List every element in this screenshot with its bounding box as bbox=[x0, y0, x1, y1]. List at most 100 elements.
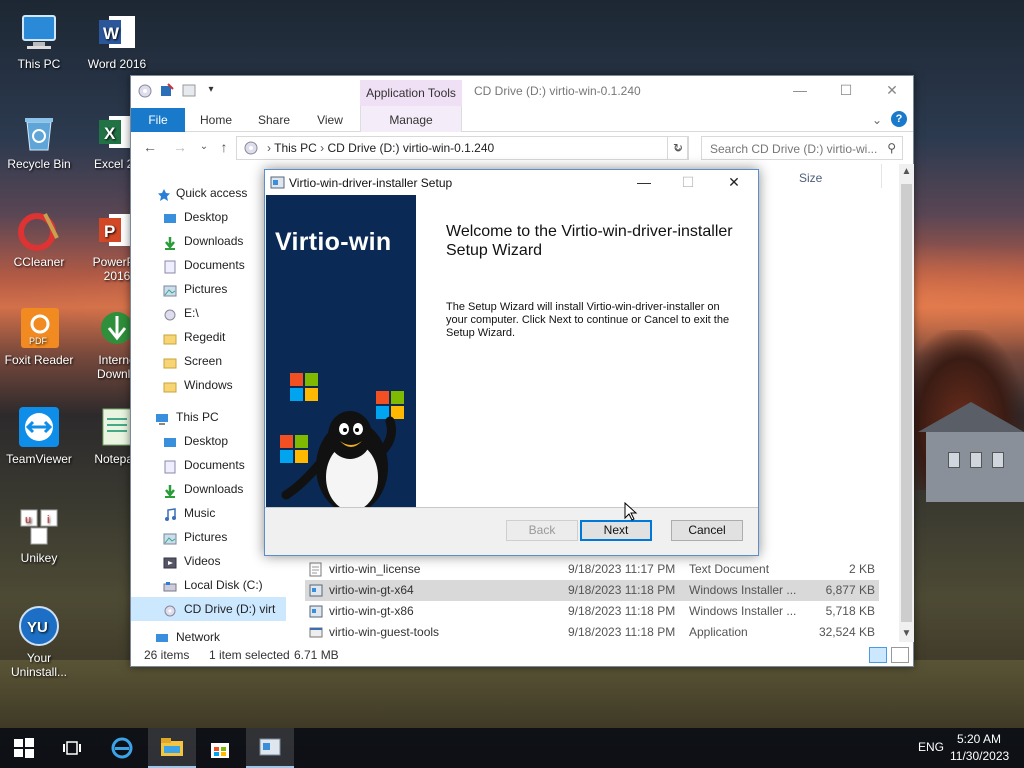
back-button[interactable]: Back bbox=[506, 520, 578, 541]
scroll-up-icon[interactable]: ▲ bbox=[899, 164, 914, 180]
file-explorer-icon bbox=[161, 738, 183, 756]
clock-time[interactable]: 5:20 AM bbox=[957, 732, 1001, 746]
tab-home[interactable]: Home bbox=[195, 108, 237, 132]
setup-close-icon[interactable]: ✕ bbox=[712, 170, 756, 195]
nav-qa-screen[interactable]: Screen bbox=[131, 349, 286, 373]
new-folder-icon[interactable] bbox=[181, 82, 197, 98]
breadcrumb-this-pc[interactable]: This PC bbox=[274, 141, 317, 155]
nav-pc-local-disk[interactable]: Local Disk (C:) bbox=[131, 573, 286, 597]
nav-qa-downloads[interactable]: Downloads bbox=[131, 229, 286, 253]
start-button[interactable] bbox=[0, 728, 48, 768]
large-icons-view-icon[interactable] bbox=[891, 647, 909, 663]
taskbar-internet-explorer[interactable] bbox=[98, 728, 146, 768]
nav-qa-windows[interactable]: Windows bbox=[131, 373, 286, 397]
hard-drive-icon bbox=[163, 578, 177, 592]
application-tools-tab[interactable]: Application Tools bbox=[360, 80, 462, 106]
documents-icon bbox=[163, 258, 177, 274]
ribbon-tabs: File Home Share View Manage ⌄ ? bbox=[131, 106, 913, 132]
close-icon[interactable]: ✕ bbox=[869, 76, 915, 106]
svg-text:u: u bbox=[25, 514, 31, 526]
nav-pc-downloads[interactable]: Downloads bbox=[131, 477, 286, 501]
back-arrow-icon[interactable]: ← bbox=[141, 138, 159, 156]
file-row-selected[interactable]: virtio-win-gt-x64 9/18/2023 11:18 PM Win… bbox=[305, 580, 879, 601]
forward-arrow-icon[interactable]: → bbox=[171, 138, 189, 156]
language-indicator[interactable]: ENG bbox=[918, 740, 944, 754]
tab-file[interactable]: File bbox=[131, 108, 185, 132]
refresh-icon[interactable]: ↻ bbox=[667, 136, 689, 160]
teamviewer-icon bbox=[17, 405, 61, 449]
windows-installer-icon bbox=[309, 604, 323, 619]
desktop-icon-recycle-bin[interactable]: Recycle Bin bbox=[3, 110, 75, 171]
desktop-icon-your-uninstaller[interactable]: YU Your Uninstall... bbox=[3, 604, 75, 679]
nav-pc-videos[interactable]: Videos bbox=[131, 549, 286, 573]
cd-drive-icon bbox=[243, 141, 259, 158]
next-button[interactable]: Next bbox=[580, 520, 652, 541]
file-row[interactable]: virtio-win-gt-x86 9/18/2023 11:18 PM Win… bbox=[305, 601, 879, 622]
svg-text:i: i bbox=[47, 514, 49, 526]
taskbar-file-explorer[interactable] bbox=[148, 728, 196, 768]
setup-minimize-icon[interactable]: — bbox=[622, 170, 666, 195]
desktop-icon-ccleaner[interactable]: CCleaner bbox=[3, 208, 75, 269]
nav-qa-e-drive[interactable]: E:\ bbox=[131, 301, 286, 325]
taskbar-setup-installer[interactable] bbox=[246, 728, 294, 768]
nav-network[interactable]: Network bbox=[131, 625, 286, 643]
desktop-icon-foxit-reader[interactable]: PDF Foxit Reader bbox=[3, 306, 75, 367]
taskbar-store[interactable] bbox=[196, 728, 244, 768]
nav-pc-music[interactable]: Music bbox=[131, 501, 286, 525]
details-view-icon[interactable] bbox=[869, 647, 887, 663]
installer-icon bbox=[270, 175, 285, 190]
desktop-icon-unikey[interactable]: ui Unikey bbox=[3, 504, 75, 565]
up-arrow-icon[interactable]: ↑ bbox=[215, 138, 233, 156]
nav-pc-desktop[interactable]: Desktop bbox=[131, 429, 286, 453]
breadcrumb-cd-drive[interactable]: CD Drive (D:) virtio-win-0.1.240 bbox=[328, 141, 495, 155]
customize-toolbar-icon[interactable]: ▾ bbox=[203, 82, 219, 98]
nav-qa-regedit[interactable]: Regedit bbox=[131, 325, 286, 349]
properties-icon[interactable] bbox=[159, 82, 175, 98]
cancel-button[interactable]: Cancel bbox=[671, 520, 743, 541]
nav-qa-pictures[interactable]: Pictures bbox=[131, 277, 286, 301]
scroll-down-icon[interactable]: ▼ bbox=[899, 626, 914, 642]
network-icon bbox=[155, 630, 169, 643]
desktop-icon-word[interactable]: W Word 2016 bbox=[81, 10, 153, 71]
help-icon[interactable]: ? bbox=[891, 111, 907, 127]
nav-quick-access[interactable]: Quick access bbox=[131, 181, 286, 205]
desktop-icon-this-pc[interactable]: This PC bbox=[3, 10, 75, 71]
setup-heading: Welcome to the Virtio-win-driver-install… bbox=[446, 223, 733, 259]
tab-share[interactable]: Share bbox=[251, 108, 297, 132]
tab-manage[interactable]: Manage bbox=[360, 106, 462, 132]
scroll-thumb[interactable] bbox=[901, 184, 912, 622]
downloads-icon bbox=[163, 482, 177, 498]
navigation-pane: Quick access Desktop Downloads Documents… bbox=[131, 173, 286, 643]
maximize-icon[interactable]: ☐ bbox=[823, 76, 869, 106]
status-bar: 26 items 1 item selected 6.71 MB bbox=[131, 644, 913, 666]
nav-qa-documents[interactable]: Documents bbox=[131, 253, 286, 277]
svg-text:X: X bbox=[104, 124, 116, 143]
explorer-titlebar: ▾ Application Tools CD Drive (D:) virtio… bbox=[131, 76, 913, 106]
desktop-folder-icon bbox=[163, 434, 177, 448]
desktop-icon-teamviewer[interactable]: TeamViewer bbox=[3, 405, 75, 466]
column-header-size[interactable]: Size bbox=[799, 171, 822, 185]
nav-this-pc[interactable]: This PC bbox=[131, 405, 286, 429]
nav-pc-cd-drive[interactable]: CD Drive (D:) virt bbox=[131, 597, 286, 621]
file-row[interactable]: virtio-win_license 9/18/2023 11:17 PM Te… bbox=[305, 559, 879, 580]
recent-locations-icon[interactable]: ⌄ bbox=[195, 138, 213, 156]
clock-date[interactable]: 11/30/2023 bbox=[950, 749, 1009, 763]
setup-titlebar: Virtio-win-driver-installer Setup — ☐ ✕ bbox=[265, 170, 758, 195]
quick-access-toolbar: ▾ bbox=[137, 82, 219, 98]
expand-ribbon-icon[interactable]: ⌄ bbox=[869, 108, 885, 132]
minimize-icon[interactable]: — bbox=[777, 76, 823, 106]
nav-pc-documents[interactable]: Documents bbox=[131, 453, 286, 477]
file-list-scrollbar[interactable]: ▲ ▼ bbox=[899, 164, 914, 642]
address-bar[interactable]: › This PC › CD Drive (D:) virtio-win-0.1… bbox=[236, 136, 688, 160]
desktop-folder-icon bbox=[163, 210, 177, 224]
folder-icon bbox=[163, 378, 177, 393]
nav-pc-pictures[interactable]: Pictures bbox=[131, 525, 286, 549]
setup-description: The Setup Wizard will install Virtio-win… bbox=[446, 301, 730, 339]
status-selection: 1 item selected bbox=[209, 648, 290, 662]
task-view-button[interactable] bbox=[48, 728, 96, 768]
nav-qa-desktop[interactable]: Desktop bbox=[131, 205, 286, 229]
search-input[interactable]: Search CD Drive (D:) virtio-wi... ⚲ bbox=[701, 136, 903, 160]
cd-drive-icon bbox=[163, 602, 177, 617]
tab-view[interactable]: View bbox=[309, 108, 351, 132]
file-row[interactable]: virtio-win-guest-tools 9/18/2023 11:18 P… bbox=[305, 622, 879, 643]
